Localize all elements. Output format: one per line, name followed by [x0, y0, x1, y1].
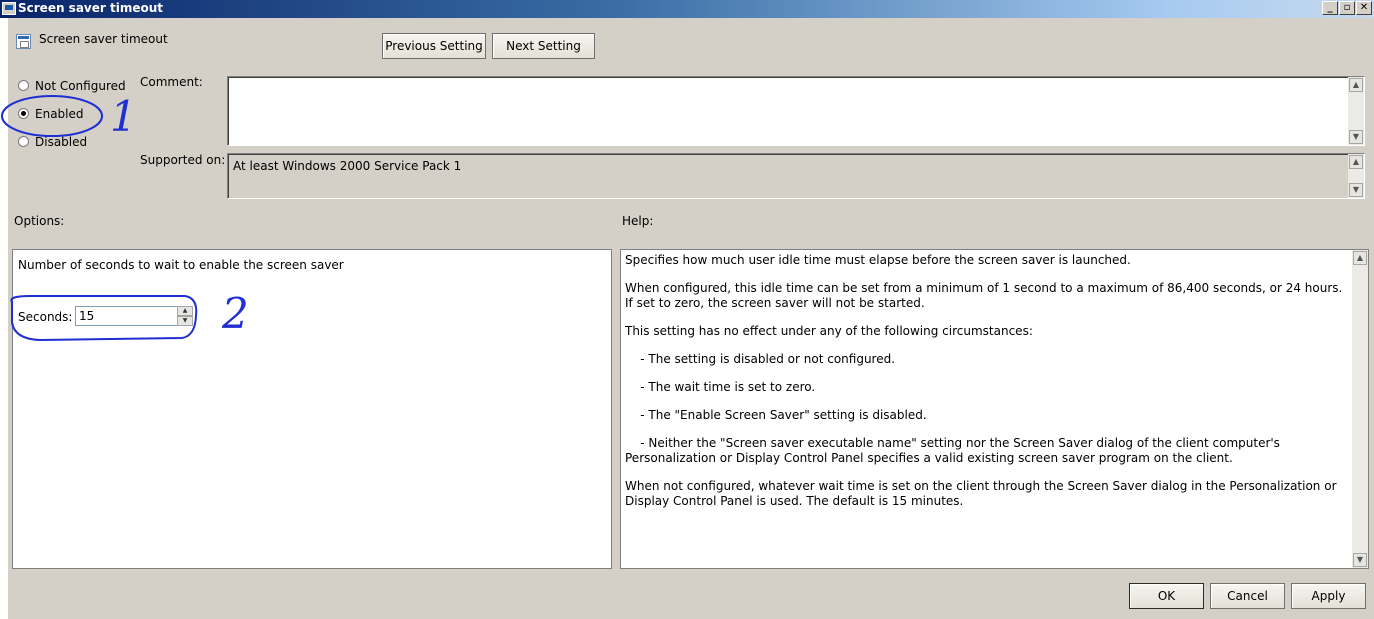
screen-saver-timeout-dialog: Screen saver timeout _ ▫ ✕ Screen saver … — [0, 0, 1374, 619]
radio-disabled-label[interactable]: Disabled — [35, 135, 87, 149]
apply-button[interactable]: Apply — [1291, 583, 1366, 609]
ok-button[interactable]: OK — [1129, 583, 1204, 609]
cancel-button[interactable]: Cancel — [1210, 583, 1285, 609]
help-scrollbar[interactable]: ▲ ▼ — [1352, 250, 1368, 568]
scroll-up-icon[interactable]: ▲ — [1353, 251, 1367, 265]
close-button[interactable]: ✕ — [1356, 1, 1372, 15]
policy-name: Screen saver timeout — [39, 32, 168, 46]
help-paragraph: - The "Enable Screen Saver" setting is d… — [625, 408, 927, 422]
radio-enabled[interactable] — [18, 108, 29, 119]
radio-disabled[interactable] — [18, 136, 29, 147]
supported-on-value: At least Windows 2000 Service Pack 1 — [233, 159, 462, 173]
scroll-up-icon[interactable]: ▲ — [1349, 155, 1363, 169]
help-paragraph: Specifies how much user idle time must e… — [625, 253, 1131, 267]
help-paragraph: When configured, this idle time can be s… — [625, 281, 1343, 310]
help-text: Specifies how much user idle time must e… — [625, 253, 1347, 522]
supported-scrollbar[interactable]: ▲ ▼ — [1348, 154, 1364, 198]
options-panel: Number of seconds to wait to enable the … — [12, 249, 612, 569]
spin-up-icon[interactable]: ▲ — [177, 306, 193, 316]
radio-not-configured-label[interactable]: Not Configured — [35, 79, 126, 93]
comment-textbox[interactable]: ▲ ▼ — [227, 76, 1365, 146]
scroll-down-icon[interactable]: ▼ — [1353, 553, 1367, 567]
window-title: Screen saver timeout — [18, 1, 163, 15]
help-label: Help: — [622, 214, 654, 228]
help-paragraph: - The setting is disabled or not configu… — [625, 352, 896, 366]
supported-on-label: Supported on: — [140, 153, 226, 167]
seconds-input[interactable]: 15 — [75, 306, 178, 326]
options-description: Number of seconds to wait to enable the … — [18, 258, 344, 272]
help-paragraph: - Neither the "Screen saver executable n… — [625, 436, 1284, 465]
help-paragraph: - The wait time is set to zero. — [625, 380, 816, 394]
next-setting-button[interactable]: Next Setting — [492, 33, 595, 59]
radio-not-configured[interactable] — [18, 80, 29, 91]
minimize-button[interactable]: _ — [1322, 1, 1338, 15]
comment-label: Comment: — [140, 75, 203, 89]
policy-setting-icon — [16, 34, 31, 49]
supported-on-field: At least Windows 2000 Service Pack 1 ▲ ▼ — [227, 153, 1365, 199]
window-icon — [2, 2, 16, 15]
radio-enabled-label[interactable]: Enabled — [35, 107, 84, 121]
scroll-up-icon[interactable]: ▲ — [1349, 78, 1363, 92]
scroll-down-icon[interactable]: ▼ — [1349, 183, 1363, 197]
previous-setting-button[interactable]: Previous Setting — [382, 33, 486, 59]
seconds-label: Seconds: — [18, 310, 73, 324]
help-paragraph: This setting has no effect under any of … — [625, 324, 1033, 338]
scroll-down-icon[interactable]: ▼ — [1349, 130, 1363, 144]
help-paragraph: When not configured, whatever wait time … — [625, 479, 1337, 508]
comment-scrollbar[interactable]: ▲ ▼ — [1348, 77, 1364, 145]
options-label: Options: — [14, 214, 65, 228]
dialog-client-area: Screen saver timeout Previous Setting Ne… — [8, 18, 1374, 619]
title-bar: Screen saver timeout _ ▫ ✕ — [0, 0, 1374, 18]
help-panel: Specifies how much user idle time must e… — [620, 249, 1369, 569]
spin-down-icon[interactable]: ▼ — [177, 316, 193, 326]
seconds-stepper[interactable]: ▲ ▼ — [177, 306, 193, 326]
restore-button[interactable]: ▫ — [1339, 1, 1355, 15]
